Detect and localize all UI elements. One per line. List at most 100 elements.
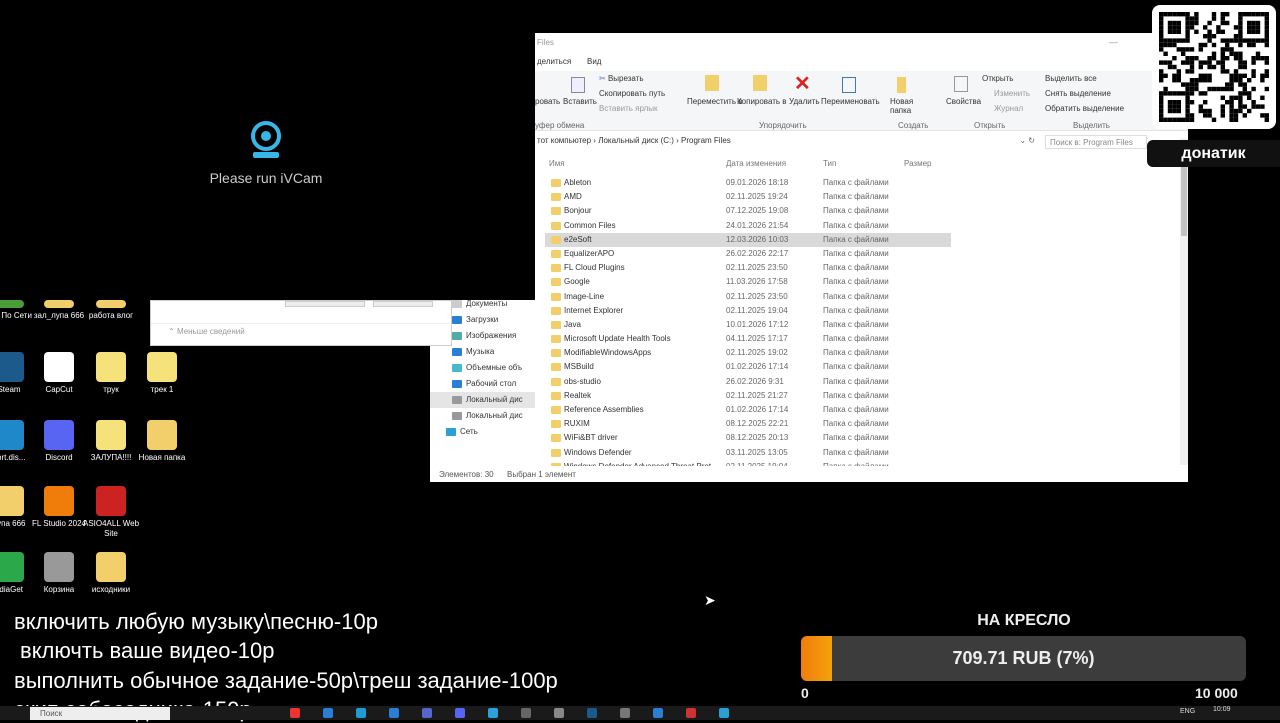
edit-button[interactable]: Изменить — [994, 89, 1030, 98]
copy-path-button[interactable]: Скопировать путь — [599, 89, 665, 98]
file-row[interactable]: EqualizerAPO 26.02.2026 22:17 Папка с файл… — [545, 247, 951, 261]
taskbar-app-icon[interactable] — [422, 708, 432, 718]
history-button[interactable]: Журнал — [994, 104, 1023, 113]
breadcrumb-item[interactable]: тот компьютер — [537, 136, 591, 145]
taskbar-app-icon[interactable] — [686, 708, 696, 718]
paste-shortcut-button[interactable]: Вставить ярлык — [599, 104, 658, 113]
taskbar-app-icon[interactable] — [455, 708, 465, 718]
minimize-button[interactable]: — — [1109, 37, 1118, 47]
file-row[interactable]: RUXIM 08.12.2025 22:21 Папка с файлами — [545, 417, 951, 431]
file-row[interactable]: AMD 02.11.2025 19:24 Папка с файлами — [545, 190, 951, 204]
scrollbar[interactable] — [1180, 300, 1188, 465]
file-row[interactable]: MSBuild 01.02.2026 17:14 Папка с файлами — [545, 360, 951, 374]
taskbar-app-icon[interactable] — [620, 708, 630, 718]
desktop-icon[interactable]: зал_лупа 666 — [30, 300, 88, 321]
invert-selection-button[interactable]: Обратить выделение — [1045, 104, 1124, 113]
desktop-icon[interactable]: Discord — [30, 420, 88, 463]
desktop-icon[interactable]: трук — [82, 352, 140, 395]
clock[interactable]: 10:09 — [1213, 706, 1231, 713]
desktop-icon[interactable]: FL Studio 2024 — [30, 486, 88, 529]
group-clipboard: уфер обмена — [535, 121, 585, 130]
file-name: Bonjour — [564, 206, 592, 216]
file-type: Папка с файлами — [823, 178, 889, 187]
dialog-button[interactable] — [285, 301, 365, 307]
column-name[interactable]: Имя — [549, 159, 565, 168]
file-row[interactable]: Ableton 09.01.2026 18:18 Папка с файлами — [545, 176, 951, 190]
language-indicator[interactable]: ENG — [1180, 708, 1195, 715]
column-size[interactable]: Размер — [904, 159, 932, 168]
desktop-icon[interactable]: ASIO4ALL Web Site — [82, 486, 140, 539]
desktop-icon[interactable]: ЗАЛУПА!!!! — [82, 420, 140, 463]
file-date: 24.01.2026 21:54 — [726, 220, 789, 230]
menu-view[interactable]: Вид — [587, 57, 601, 66]
cut-button[interactable]: ✂ Вырезать — [599, 74, 644, 83]
select-none-button[interactable]: Снять выделение — [1045, 89, 1111, 98]
copy-to-button[interactable]: Копировать в — [737, 97, 787, 106]
file-row[interactable]: Java 10.01.2026 17:12 Папка с файлами — [545, 318, 951, 332]
paste-button[interactable]: Вставить — [563, 97, 597, 106]
file-row[interactable]: obs-studio 26.02.2026 9:31 Папка с файлами — [545, 375, 951, 389]
desktop-icon[interactable]: исходники — [82, 552, 140, 595]
nav-item[interactable]: Локальный дис — [430, 408, 535, 424]
taskbar-app-icon[interactable] — [554, 708, 564, 718]
properties-button[interactable]: Свойства — [946, 97, 981, 106]
file-row[interactable]: WiFi&BT driver 08.12.2025 20:13 Папка с фа… — [545, 431, 951, 445]
file-row[interactable]: Common Files 24.01.2026 21:54 Папка с файл… — [545, 219, 951, 233]
file-row[interactable]: Image-Line 02.11.2025 23:50 Папка с файлам… — [545, 290, 951, 304]
breadcrumb-item[interactable]: Program Files — [681, 136, 731, 145]
file-row[interactable]: Reference Assemblies 01.02.2026 17:14 Папк… — [545, 403, 951, 417]
taskbar-app-icon[interactable] — [719, 708, 729, 718]
file-type: Папка с файлами — [823, 390, 889, 400]
goal-min: 0 — [801, 685, 809, 701]
file-row[interactable]: Realtek 02.11.2025 21:27 Папка с файлами — [545, 389, 951, 403]
column-type[interactable]: Тип — [823, 159, 836, 168]
nav-item[interactable]: Объемные объ — [430, 360, 535, 376]
file-row[interactable]: Bonjour 07.12.2025 19:08 Папка с файлами — [545, 204, 951, 218]
nav-item[interactable]: Рабочий стол — [430, 376, 535, 392]
nav-item[interactable]: Музыка — [430, 344, 535, 360]
search-input[interactable]: Поиск в: Program Files — [1045, 135, 1147, 149]
file-row[interactable]: ModifiableWindowsApps 02.11.2025 19:02 Пап… — [545, 346, 951, 360]
file-name: Windows Defender Advanced Threat Prot — [564, 460, 711, 466]
desktop-icon[interactable]: Новая папка — [133, 420, 191, 463]
address-bar[interactable]: тот компьютер › Локальный диск (C:) › Pr… — [535, 136, 1035, 149]
dialog-button[interactable] — [373, 301, 433, 307]
taskbar-app-icon[interactable] — [521, 708, 531, 718]
desktop-icon[interactable]: трек 1 — [133, 352, 191, 395]
nav-item[interactable]: Сеть — [430, 424, 535, 440]
file-row[interactable]: Google 11.03.2026 17:58 Папка с файлами — [545, 275, 951, 289]
taskbar-app-icon[interactable] — [356, 708, 366, 718]
refresh-icon[interactable]: ⌄ ↻ — [1019, 136, 1035, 145]
new-folder-button[interactable]: Новая папка — [890, 97, 920, 115]
taskbar-app-icon[interactable] — [290, 708, 300, 718]
goal-max: 10 000 — [1195, 685, 1238, 701]
open-button[interactable]: Открыть — [982, 74, 1013, 83]
nav-item[interactable]: Локальный дис — [430, 392, 535, 408]
breadcrumb-item[interactable]: Локальный диск (C:) — [598, 136, 674, 145]
column-date[interactable]: Дата изменения — [726, 159, 786, 168]
taskbar-app-icon[interactable] — [653, 708, 663, 718]
taskbar-app-icon[interactable] — [323, 708, 333, 718]
delete-button[interactable]: Удалить — [789, 97, 820, 106]
taskbar-app-icon[interactable] — [389, 708, 399, 718]
file-row[interactable]: Internet Explorer 02.11.2025 19:04 Папка с… — [545, 304, 951, 318]
file-date: 02.11.2025 23:50 — [726, 291, 788, 301]
copy-button[interactable]: ровать — [535, 97, 560, 106]
desktop-icon[interactable]: CapCut — [30, 352, 88, 395]
file-row[interactable]: Windows Defender Advanced Threat Prot 02.… — [545, 460, 951, 466]
menu-share[interactable]: делиться — [537, 57, 571, 66]
file-row[interactable]: Microsoft Update Health Tools 04.11.2025 … — [545, 332, 951, 346]
less-details-button[interactable]: ⌃ Меньше сведений — [168, 327, 245, 336]
file-row[interactable]: Windows Defender 03.11.2025 13:05 Папка с … — [545, 446, 951, 460]
rename-button[interactable]: Переименовать — [821, 97, 880, 106]
taskbar-search[interactable]: Поиск — [30, 707, 170, 720]
taskbar-app-icon[interactable] — [587, 708, 597, 718]
move-to-button[interactable]: Переместить в — [687, 97, 742, 106]
desktop-icon[interactable]: работа влог — [82, 300, 140, 321]
desktop-icon[interactable]: Корзина — [30, 552, 88, 595]
taskbar-app-icon[interactable] — [488, 708, 498, 718]
select-all-button[interactable]: Выделить все — [1045, 74, 1097, 83]
rename-icon — [842, 77, 856, 93]
file-row[interactable]: e2eSoft 12.03.2026 10:03 Папка с файлами — [545, 232, 951, 247]
file-row[interactable]: FL Cloud Plugins 02.11.2025 23:50 Папка с … — [545, 261, 951, 275]
